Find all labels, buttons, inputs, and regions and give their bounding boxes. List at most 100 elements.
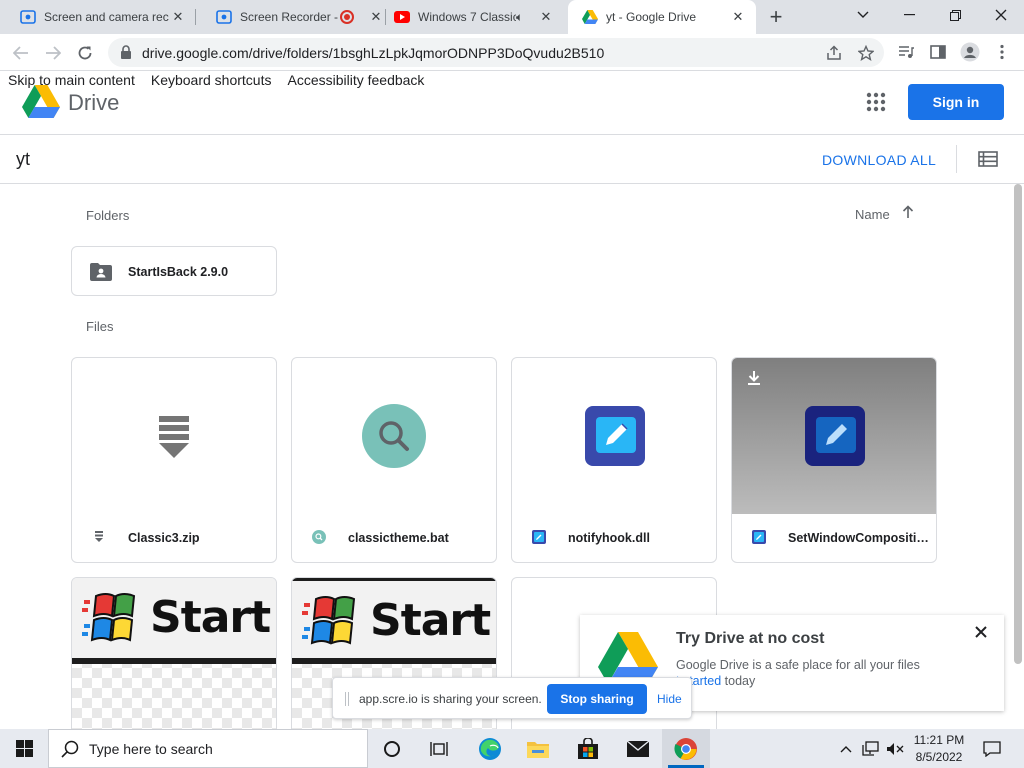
edit-icon xyxy=(752,530,766,544)
bookmark-star-icon[interactable] xyxy=(856,43,876,63)
file-name: SetWindowCompositi… xyxy=(788,531,929,545)
reload-button[interactable] xyxy=(72,40,98,66)
sort-by-name-button[interactable]: Name xyxy=(855,207,890,222)
task-view-icon xyxy=(430,741,448,756)
vertical-scrollbar[interactable] xyxy=(1014,184,1022,664)
chrome-app-button[interactable] xyxy=(662,729,710,768)
search-icon xyxy=(61,740,79,758)
image-thumbnail: Start xyxy=(292,578,496,664)
file-explorer-button[interactable] xyxy=(514,729,562,768)
forward-button[interactable] xyxy=(40,40,66,66)
file-card[interactable]: Classic3.zip xyxy=(71,357,277,563)
network-button[interactable] xyxy=(860,729,882,768)
browser-tab-strip: Screen and camera rec ✕ Screen Recorder … xyxy=(0,0,1024,34)
back-button[interactable] xyxy=(8,40,34,66)
tab-google-drive[interactable]: yt - Google Drive ✕ xyxy=(568,0,756,34)
taskbar-search-box[interactable]: Type here to search xyxy=(48,729,368,768)
network-icon xyxy=(862,740,879,756)
tab-screen-recorder[interactable]: Screen Recorder - ✕ xyxy=(196,0,386,34)
file-card[interactable]: notifyhook.dll xyxy=(511,357,717,563)
close-window-button[interactable] xyxy=(978,0,1024,30)
taskbar-clock[interactable]: 11:21 PM 8/5/2022 xyxy=(906,732,972,766)
address-bar[interactable]: drive.google.com/drive/folders/1bsghLzLp… xyxy=(108,38,884,67)
folder-card[interactable]: StartIsBack 2.9.0 xyxy=(71,246,277,296)
promo-description: Google Drive is a safe place for all you… xyxy=(676,658,920,672)
share-icon[interactable] xyxy=(824,43,844,63)
side-panel-icon[interactable] xyxy=(928,42,948,62)
drag-handle-icon[interactable] xyxy=(345,692,349,706)
tab-title: yt - Google Drive xyxy=(606,10,697,24)
file-card[interactable]: SetWindowCompositi… xyxy=(731,357,937,563)
close-tab-icon[interactable]: ✕ xyxy=(538,9,554,25)
start-button-text: Start xyxy=(370,595,491,646)
show-hidden-icons-button[interactable] xyxy=(836,729,856,768)
tab-search-icon[interactable] xyxy=(840,0,886,30)
shared-folder-icon xyxy=(90,263,112,281)
new-tab-button[interactable]: + xyxy=(764,4,788,29)
download-all-button[interactable]: DOWNLOAD ALL xyxy=(822,152,936,168)
edge-icon xyxy=(479,737,501,760)
file-thumbnail xyxy=(72,358,276,514)
windows-taskbar: Type here to search 11:21 PM 8/5/2022 xyxy=(0,729,1024,768)
tab-title: Windows 7 Classic xyxy=(418,10,516,24)
sort-ascending-icon[interactable] xyxy=(902,205,914,223)
tab-title: Screen and camera rec xyxy=(44,10,169,24)
edge-app-button[interactable] xyxy=(466,729,514,768)
screen-sharing-bar: app.scre.io is sharing your screen. Stop… xyxy=(332,677,692,719)
file-card[interactable]: classictheme.bat xyxy=(291,357,497,563)
tab-windows-7-classic[interactable]: Windows 7 Classic 🔈︎ ✕ xyxy=(386,0,568,34)
notifications-button[interactable] xyxy=(978,729,1006,768)
task-view-button[interactable] xyxy=(416,729,464,768)
restore-button[interactable] xyxy=(932,0,978,30)
windows-flag-icon xyxy=(302,596,356,645)
more-menu-icon[interactable] xyxy=(992,42,1012,62)
promo-title: Try Drive at no cost xyxy=(676,630,825,647)
folders-section-label: Folders xyxy=(86,208,130,223)
windows-flag-icon xyxy=(82,593,136,642)
tab-screen-and-camera-recorder[interactable]: Screen and camera rec ✕ xyxy=(0,0,196,34)
close-tab-icon[interactable]: ✕ xyxy=(730,9,746,25)
screencast-icon xyxy=(20,9,36,25)
search-icon xyxy=(362,404,426,468)
image-preview-card[interactable]: Start xyxy=(71,577,277,737)
url-text: drive.google.com/drive/folders/1bsghLzLp… xyxy=(142,45,605,61)
google-drive-logo-icon[interactable] xyxy=(22,85,60,119)
image-thumbnail: Start xyxy=(72,578,276,664)
close-promo-button[interactable] xyxy=(975,625,987,643)
media-control-icon[interactable] xyxy=(896,42,916,62)
store-app-button[interactable] xyxy=(564,729,612,768)
profile-icon[interactable] xyxy=(960,42,980,62)
accessibility-feedback-link[interactable]: Accessibility feedback xyxy=(287,72,424,88)
screencast-icon xyxy=(216,9,232,25)
speaker-icon[interactable]: 🔈︎ xyxy=(516,10,532,25)
clock-date: 8/5/2022 xyxy=(915,750,963,764)
start-button[interactable] xyxy=(0,729,48,768)
minimize-button[interactable] xyxy=(886,0,932,30)
browser-toolbar: drive.google.com/drive/folders/1bsghLzLp… xyxy=(0,34,1024,71)
drive-app-name: Drive xyxy=(68,90,120,115)
tab-title: Screen Recorder - xyxy=(240,10,339,24)
edit-icon xyxy=(585,406,645,466)
recording-indicator-icon xyxy=(340,10,354,24)
promo-text: today xyxy=(721,674,756,688)
google-drive-icon xyxy=(582,9,598,25)
folder-name: StartIsBack 2.9.0 xyxy=(128,265,229,279)
mail-app-button[interactable] xyxy=(614,729,662,768)
download-icon[interactable] xyxy=(746,370,762,386)
file-name: Classic3.zip xyxy=(128,531,200,545)
folder-icon xyxy=(527,741,549,758)
cortana-icon xyxy=(384,740,400,757)
list-view-icon[interactable] xyxy=(978,151,998,167)
google-apps-icon[interactable] xyxy=(866,92,886,112)
close-tab-icon[interactable]: ✕ xyxy=(368,9,384,25)
file-name: notifyhook.dll xyxy=(568,531,650,545)
close-tab-icon[interactable]: ✕ xyxy=(170,9,186,25)
subheader-divider xyxy=(0,183,1024,184)
hide-button[interactable]: Hide xyxy=(657,692,682,706)
sign-in-button[interactable]: Sign in xyxy=(908,84,1004,120)
zip-icon xyxy=(95,531,103,542)
cortana-button[interactable] xyxy=(368,729,416,768)
keyboard-shortcuts-link[interactable]: Keyboard shortcuts xyxy=(151,72,272,88)
volume-button[interactable] xyxy=(884,729,906,768)
stop-sharing-button[interactable]: Stop sharing xyxy=(547,684,647,714)
